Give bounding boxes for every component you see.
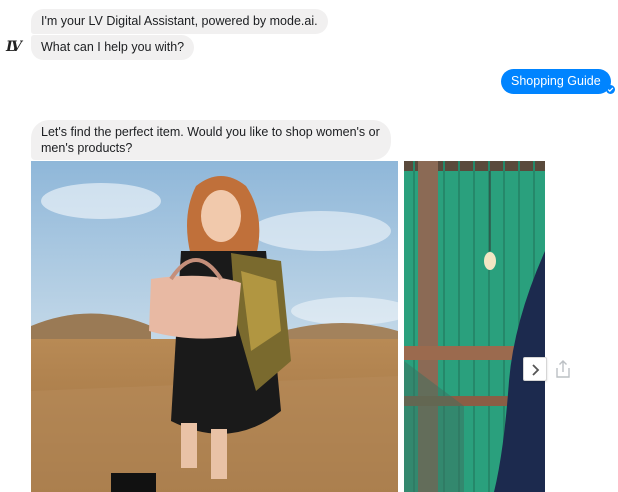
lv-logo-avatar: LV [6,39,22,55]
men-product-image [404,161,545,492]
women-product-image [31,161,398,492]
bot-message-prompt: Let's find the perfect item. Would you l… [31,120,391,160]
carousel-next-button[interactable] [523,357,547,381]
bot-message-question: What can I help you with? [31,35,195,60]
share-button[interactable] [553,358,573,380]
check-circle-icon [606,85,615,94]
product-card-men[interactable] [404,161,545,492]
product-card-women[interactable] [31,161,398,492]
user-message-shopping-guide: Shopping Guide [501,69,611,94]
bot-message-intro: I'm your LV Digital Assistant, powered b… [31,9,328,34]
share-icon [556,360,570,378]
chat-thread: I'm your LV Digital Assistant, powered b… [0,0,618,492]
chevron-right-icon [532,364,540,376]
